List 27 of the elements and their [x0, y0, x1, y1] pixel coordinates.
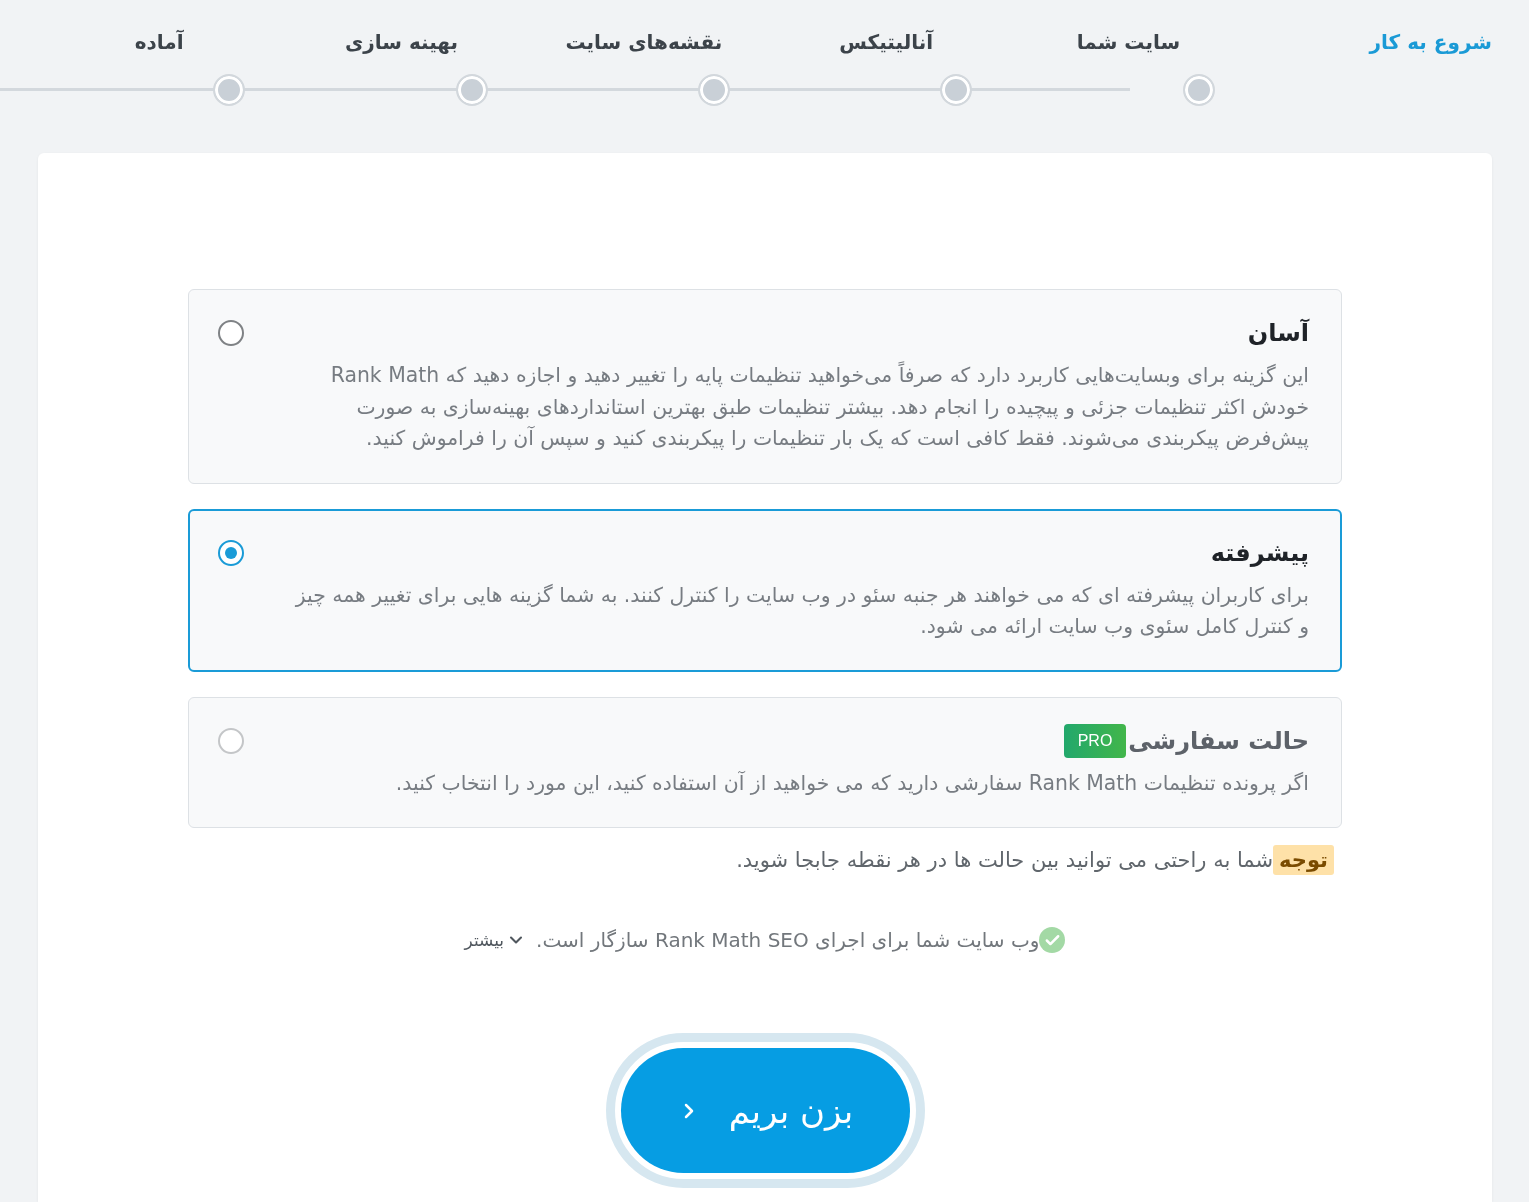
option-title: پیشرفته: [1210, 537, 1309, 569]
step-circle-icon: [1182, 74, 1215, 106]
option-description: برای کاربران پیشرفته ای که می خواهند هر جنبه سئو در وب سایت را کنترل کنند. به شما گزینه هایی برای تغییر همه چیز و کنترل کامل سئوی وب سایت ارائه می شود.: [294, 581, 1309, 640]
note-text: شما به راحتی می توانید بین حالت ها در هر نقطه جابجا شوید.: [736, 848, 1274, 872]
check-icon: [1039, 927, 1066, 953]
radio-button[interactable]: [218, 539, 244, 566]
more-link[interactable]: بیشتر: [464, 930, 527, 950]
step-circle-icon: [455, 74, 488, 106]
step-label: بهینه سازی: [343, 29, 460, 56]
note-badge: توجه: [1273, 845, 1334, 875]
compatibility-text: وب سایت شما برای اجرای Rank Math SEO سازگار است.: [536, 928, 1040, 952]
step-circle-icon: [940, 74, 973, 106]
mode-option[interactable]: [188, 289, 1342, 484]
step-label: آنالیتیکس: [838, 29, 935, 56]
step-label: شروع به کار: [1367, 29, 1492, 56]
step-circle-icon: [698, 74, 730, 106]
step-label: آماده: [133, 29, 185, 56]
step-circle-icon: [213, 74, 246, 106]
option-title: آسان: [1247, 317, 1309, 349]
pro-badge: PRO: [1063, 723, 1127, 758]
option-title: حالت سفارشی: [1128, 725, 1309, 757]
radio-button[interactable]: [218, 320, 244, 346]
step-label: سایت شما: [1075, 29, 1182, 56]
option-description: این گزینه برای وبسایت‌هایی کاربرد دارد که صرفاً می‌خواهید تنظیمات پایه را تغییر دهید و اجازه دهید که Rank Math خودش اکثر تنظیمات جزئی و پیچیده را انجام دهد. بیشتر تنظیمات طبق بهترین استانداردهای بهینه‌سازی به صورت پیش‌فرض پیکربندی می‌شوند. فقط کافی است که یک بار تنظیمات را پیکربندی کنید و سپس آن را فراموش کنید.: [329, 360, 1309, 452]
mode-option[interactable]: پیشرفته برای کاربران پیشرفته ای که می خواهند هر جنبه سئو در وب سایت را کنترل کنند. به شما گزینه هایی برای تغییر همه چیز و کنترل کامل سئوی وب سایت ارائه می شود.: [188, 508, 1342, 672]
option-description: اگر پرونده تنظیمات Rank Math سفارشی دارید که می خواهید از آن استفاده کنید، این مورد را انتخاب کنید.: [394, 769, 1309, 797]
step-label: نقشه‌های سایت: [564, 29, 724, 56]
